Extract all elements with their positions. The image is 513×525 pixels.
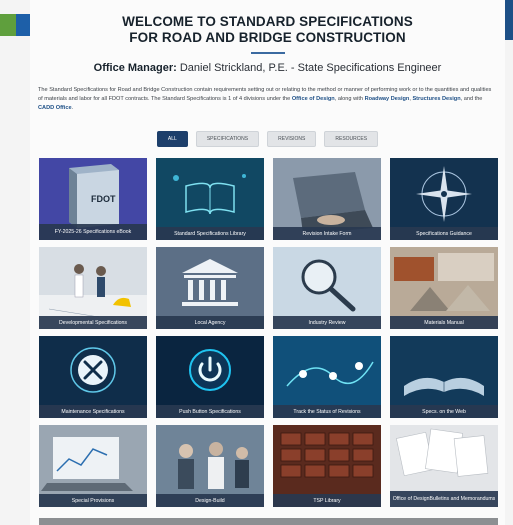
tile-caption: Push Button Specifications <box>156 405 264 418</box>
tile-caption: Track the Status of Revisions <box>273 405 381 418</box>
office-manager-name: Daniel Strickland, P.E. - State Specific… <box>179 62 442 74</box>
filter-revisions-button[interactable]: REVISIONS <box>267 131 317 147</box>
tile-materials-manual[interactable]: Materials Manual <box>390 247 498 329</box>
structures-design-link[interactable]: Structures Design <box>412 96 460 102</box>
tile-special-provisions[interactable]: Special Provisions <box>39 425 147 507</box>
tile-tsp-library[interactable]: TSP Library <box>273 425 381 507</box>
tile-revision-intake-form[interactable]: Revision Intake Form <box>273 158 381 240</box>
filter-resources-button[interactable]: RESOURCES <box>324 131 379 147</box>
bottom-bar <box>39 518 498 525</box>
intro-text: , along with <box>334 96 365 102</box>
intro-text: , and the <box>460 96 483 102</box>
tile-push-button-specifications[interactable]: Push Button Specifications <box>156 336 264 418</box>
tile-caption: Standard Specifications Library <box>156 227 264 240</box>
tile-caption: Industry Review <box>273 316 381 329</box>
tile-caption: Specifications Guidance <box>390 227 498 240</box>
tile-local-agency[interactable]: Local Agency <box>156 247 264 329</box>
tile-specs-on-the-web[interactable]: Specs. on the Web <box>390 336 498 418</box>
tile-caption-line1: Office of Design <box>392 496 430 502</box>
page-title: WELCOME TO STANDARD SPECIFICATIONS FOR R… <box>30 14 505 46</box>
tile-bulletins-memorandums[interactable]: Office of Design Bulletins and Memorandu… <box>390 425 498 507</box>
intro-text: . <box>71 105 74 111</box>
ebook-label: FDOT <box>91 194 116 204</box>
office-of-design-link[interactable]: Office of Design <box>292 96 335 102</box>
tile-caption: Revision Intake Form <box>273 227 381 240</box>
page-content: WELCOME TO STANDARD SPECIFICATIONS FOR R… <box>30 0 505 525</box>
title-divider <box>250 52 285 54</box>
tile-caption: Materials Manual <box>390 316 498 329</box>
tile-maintenance-specifications[interactable]: Maintenance Specifications <box>39 336 147 418</box>
office-manager-label: Office Manager: <box>93 62 177 74</box>
tile-caption-line2: Bulletins and Memorandums <box>429 496 496 502</box>
intro-paragraph: The Standard Specifications for Road and… <box>38 86 497 113</box>
tile-track-revisions[interactable]: Track the Status of Revisions <box>273 336 381 418</box>
tile-caption: Maintenance Specifications <box>39 405 147 418</box>
roadway-design-link[interactable]: Roadway Design <box>365 96 410 102</box>
office-manager: Office Manager: Daniel Strickland, P.E. … <box>30 62 505 74</box>
tile-standard-specifications-library[interactable]: Standard Specifications Library <box>156 158 264 240</box>
resource-tile-grid: FDOT FY-2025-26 Specifications eBook Sta… <box>39 158 498 507</box>
cadd-office-link[interactable]: CADD Office <box>38 105 72 111</box>
tile-developmental-specifications[interactable]: Developmental Specifications <box>39 247 147 329</box>
tile-caption: Developmental Specifications <box>39 316 147 329</box>
tile-caption: Design-Build <box>156 494 264 507</box>
filter-all-button[interactable]: ALL <box>156 131 188 147</box>
tile-specifications-ebook[interactable]: FDOT FY-2025-26 Specifications eBook <box>39 158 147 240</box>
page-title-line1: WELCOME TO STANDARD SPECIFICATIONS <box>122 14 413 29</box>
tile-caption: TSP Library <box>273 494 381 507</box>
filter-bar: ALL SPECIFICATIONS REVISIONS RESOURCES <box>30 131 505 147</box>
site-corner-accent <box>505 0 513 40</box>
tile-specifications-guidance[interactable]: Specifications Guidance <box>390 158 498 240</box>
tile-design-build[interactable]: Design-Build <box>156 425 264 507</box>
tile-caption: Local Agency <box>156 316 264 329</box>
tile-caption: Special Provisions <box>39 494 147 507</box>
filter-specifications-button[interactable]: SPECIFICATIONS <box>195 131 260 147</box>
tile-caption: FY-2025-26 Specifications eBook <box>39 224 147 240</box>
page-title-line2: FOR ROAD AND BRIDGE CONSTRUCTION <box>129 30 406 45</box>
tile-caption: Office of Design Bulletins and Memorandu… <box>390 491 498 507</box>
tile-caption: Specs. on the Web <box>390 405 498 418</box>
tile-industry-review[interactable]: Industry Review <box>273 247 381 329</box>
